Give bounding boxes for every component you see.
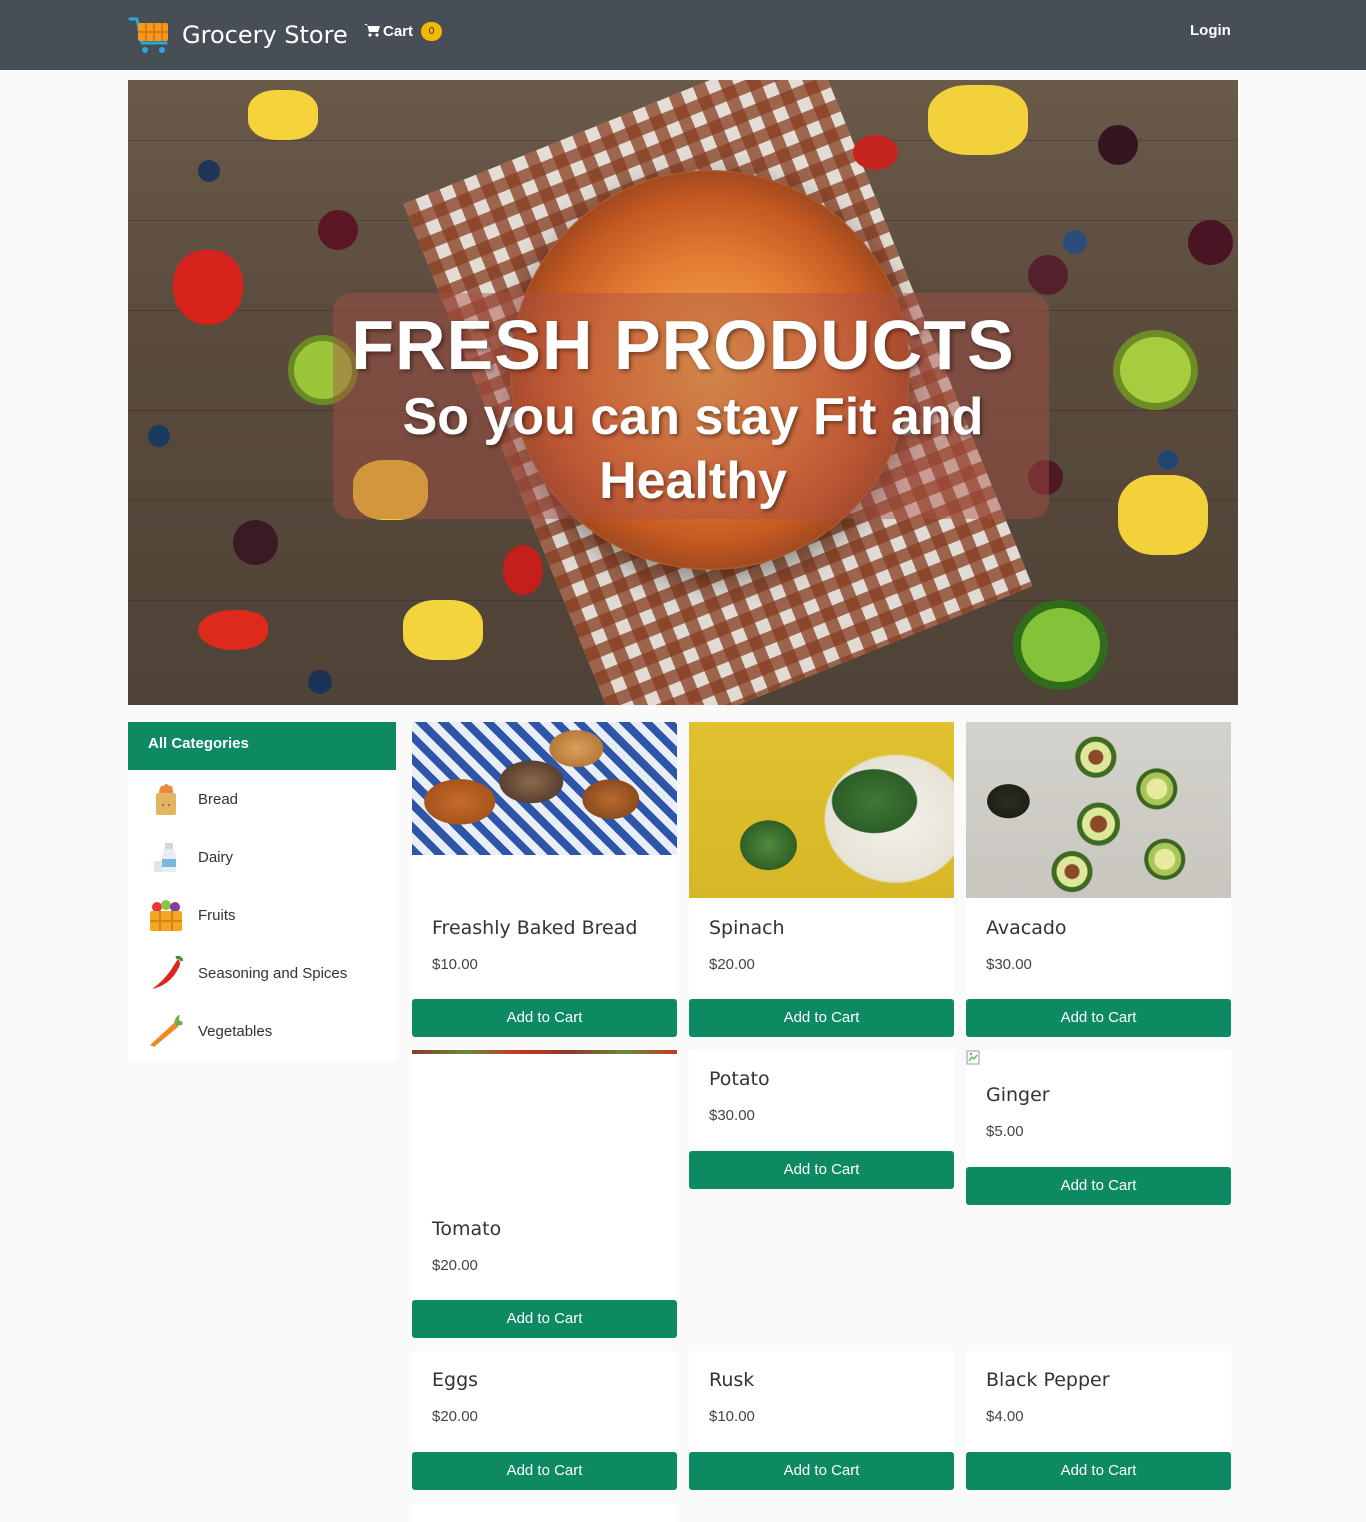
cart-count-badge: 0	[421, 22, 443, 41]
shopping-basket-logo-icon	[128, 13, 172, 57]
category-label: Dairy	[198, 848, 234, 866]
tomato-product-image[interactable]	[412, 1050, 677, 1054]
category-label: Vegetables	[198, 1022, 273, 1040]
cart-label: Cart	[383, 23, 414, 40]
product-card-spinach: Spinach $20.00	[689, 722, 954, 998]
cart-link[interactable]: Cart 0	[364, 22, 443, 41]
category-item-vegetables[interactable]: Vegetables	[128, 1002, 396, 1060]
product-card-tomato: Tomato $20.00	[412, 1050, 677, 1299]
product-name: Rusk	[709, 1369, 755, 1391]
product-card-rusk: Rusk $10.00	[689, 1351, 954, 1451]
product-price: $5.00	[986, 1123, 1024, 1140]
product-card-eggs: Eggs $20.00	[412, 1351, 677, 1451]
product-name: Freashly Baked Bread	[432, 917, 638, 939]
product-card-potato: Potato $30.00	[689, 1050, 954, 1150]
category-item-fruits[interactable]: Fruits	[128, 886, 396, 944]
product-name: Eggs	[432, 1369, 479, 1391]
top-navbar: Grocery Store Cart 0 Login	[0, 0, 1366, 70]
product-card-next	[412, 1503, 677, 1522]
hero-title: FRESH PRODUCTS	[351, 306, 1015, 384]
add-to-cart-button[interactable]: Add to Cart	[689, 999, 954, 1037]
add-to-cart-button[interactable]: Add to Cart	[966, 1452, 1231, 1490]
login-link[interactable]: Login	[1190, 22, 1231, 39]
category-item-dairy[interactable]: Dairy	[128, 828, 396, 886]
category-label: Fruits	[198, 906, 236, 924]
brand-name: Grocery Store	[182, 21, 348, 49]
hero-subtitle: So you can stay Fit and Healthy	[402, 388, 984, 510]
chili-pepper-icon	[148, 955, 184, 991]
product-price: $20.00	[432, 1408, 478, 1425]
all-categories-header[interactable]: All Categories	[128, 722, 396, 770]
product-name: Potato	[709, 1068, 770, 1090]
category-sidebar: All Categories Bread Dairy Fruits Season…	[128, 722, 396, 1060]
category-item-bread[interactable]: Bread	[128, 770, 396, 828]
product-name: Ginger	[986, 1084, 1050, 1106]
product-card-avacado: Avacado $30.00	[966, 722, 1231, 998]
bread-product-image[interactable]	[412, 722, 677, 855]
product-price: $20.00	[432, 1257, 478, 1274]
add-to-cart-button[interactable]: Add to Cart	[689, 1452, 954, 1490]
product-name: Avacado	[986, 917, 1067, 939]
shopping-cart-icon	[364, 23, 380, 41]
carrot-icon	[148, 1013, 184, 1049]
spinach-product-image[interactable]	[689, 722, 954, 898]
hero-banner: FRESH PRODUCTS So you can stay Fit and H…	[128, 80, 1238, 705]
add-to-cart-button[interactable]: Add to Cart	[412, 999, 677, 1037]
bread-bag-icon	[148, 781, 184, 817]
product-price: $10.00	[709, 1408, 755, 1425]
add-to-cart-button[interactable]: Add to Cart	[966, 1167, 1231, 1205]
product-name: Black Pepper	[986, 1369, 1110, 1391]
product-price: $4.00	[986, 1408, 1024, 1425]
product-price: $30.00	[986, 956, 1032, 973]
fruit-basket-icon	[148, 897, 184, 933]
avocado-product-image[interactable]	[966, 722, 1231, 898]
product-name: Spinach	[709, 917, 785, 939]
add-to-cart-button[interactable]: Add to Cart	[412, 1452, 677, 1490]
product-name: Tomato	[432, 1218, 502, 1240]
add-to-cart-button[interactable]: Add to Cart	[966, 999, 1231, 1037]
category-item-seasoning-and-spices[interactable]: Seasoning and Spices	[128, 944, 396, 1002]
product-price: $10.00	[432, 956, 478, 973]
category-label: Seasoning and Spices	[198, 964, 348, 982]
product-card-black-pepper: Black Pepper $4.00	[966, 1351, 1231, 1451]
category-label: Bread	[198, 790, 239, 808]
product-card-bread: Freashly Baked Bread $10.00	[412, 722, 677, 998]
milk-bottle-icon	[148, 839, 184, 875]
product-card-ginger: Ginger $5.00	[966, 1050, 1231, 1166]
product-price: $30.00	[709, 1107, 755, 1124]
add-to-cart-button[interactable]: Add to Cart	[689, 1151, 954, 1189]
brand-link[interactable]: Grocery Store	[128, 12, 348, 58]
product-price: $20.00	[709, 956, 755, 973]
broken-image-icon	[966, 1050, 982, 1066]
add-to-cart-button[interactable]: Add to Cart	[412, 1300, 677, 1338]
